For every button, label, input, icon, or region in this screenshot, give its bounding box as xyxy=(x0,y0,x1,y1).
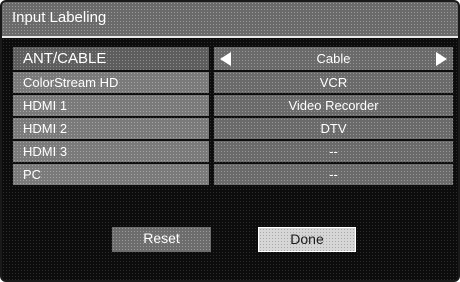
label-value[interactable]: -- xyxy=(214,164,453,185)
input-name: HDMI 2 xyxy=(13,118,209,139)
menu-title: Input Labeling xyxy=(12,9,107,26)
input-row-hdmi-2[interactable]: HDMI 2 DTV xyxy=(13,118,453,139)
label-value[interactable]: DTV xyxy=(214,118,453,139)
label-value[interactable]: VCR xyxy=(214,72,453,93)
label-value: Cable xyxy=(316,51,351,66)
input-row-pc[interactable]: PC -- xyxy=(13,164,453,185)
reset-button[interactable]: Reset xyxy=(112,227,211,252)
input-row-ant-cable[interactable]: ANT/CABLE Cable xyxy=(13,47,453,70)
input-row-colorstream-hd[interactable]: ColorStream HD VCR xyxy=(13,72,453,93)
label-value[interactable]: -- xyxy=(214,141,453,162)
label-selector[interactable]: Cable xyxy=(214,47,453,70)
input-name: ANT/CABLE xyxy=(13,47,209,70)
right-arrow-icon[interactable] xyxy=(436,52,447,66)
left-arrow-icon[interactable] xyxy=(220,52,231,66)
input-row-hdmi-1[interactable]: HDMI 1 Video Recorder xyxy=(13,95,453,116)
input-name: ColorStream HD xyxy=(13,72,209,93)
input-label-list: ANT/CABLE Cable ColorStream HD VCR HDMI … xyxy=(13,47,453,187)
input-row-hdmi-3[interactable]: HDMI 3 -- xyxy=(13,141,453,162)
input-name: HDMI 3 xyxy=(13,141,209,162)
input-name: HDMI 1 xyxy=(13,95,209,116)
input-labeling-screen: Input Labeling ANT/CABLE Cable ColorStre… xyxy=(0,0,460,282)
title-bar: Input Labeling xyxy=(2,2,458,38)
label-value[interactable]: Video Recorder xyxy=(214,95,453,116)
done-button[interactable]: Done xyxy=(258,227,356,252)
input-name: PC xyxy=(13,164,209,185)
